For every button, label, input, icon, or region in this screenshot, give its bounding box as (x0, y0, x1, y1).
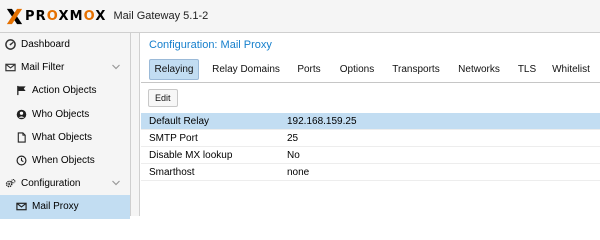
setting-name: SMTP Port (149, 132, 198, 144)
app-header: PROXMOX Mail Gateway 5.1-2 (0, 0, 600, 33)
tab-whitelist[interactable]: Whitelist (546, 59, 596, 80)
sidebar-item-configuration[interactable]: Configuration (0, 172, 130, 195)
sidebar-splitter[interactable] (131, 33, 140, 216)
toolbar: Edit (141, 83, 600, 113)
sidebar-item-label: Mail Filter (21, 62, 65, 74)
setting-name: Disable MX lookup (149, 149, 233, 161)
proxmox-logo: PROXMOX (6, 8, 106, 25)
tab-options[interactable]: Options (334, 59, 380, 80)
tab-relaying[interactable]: Relaying (149, 59, 199, 80)
proxmox-x-logo-icon (6, 8, 23, 24)
tab-tls[interactable]: TLS (512, 59, 542, 80)
sidebar-item-action-objects[interactable]: Action Objects (0, 79, 130, 102)
sidebar-item-label: Mail Proxy (32, 201, 79, 213)
chevron-down-icon[interactable] (112, 64, 120, 70)
setting-value: No (287, 149, 300, 161)
sidebar-item-who-objects[interactable]: Who Objects (0, 103, 130, 126)
relay-settings-grid: Default Relay 192.168.159.25 SMTP Port 2… (141, 113, 600, 181)
main-panel: Configuration: Mail Proxy Relaying Relay… (141, 33, 600, 216)
tab-ports[interactable]: Ports (291, 59, 327, 80)
table-row[interactable]: SMTP Port 25 (141, 130, 600, 147)
edit-button[interactable]: Edit (148, 89, 178, 107)
sidebar-item-label: Configuration (21, 178, 81, 190)
sidebar-item-label: Dashboard (21, 39, 70, 51)
sidebar-item-label: When Objects (32, 155, 95, 167)
tab-networks[interactable]: Networks (452, 59, 506, 80)
dashboard-icon (5, 39, 16, 50)
sidebar-item-label: What Objects (32, 131, 93, 143)
sidebar-item-label: Action Objects (32, 85, 97, 97)
setting-name: Default Relay (149, 115, 210, 127)
sidebar-nav: Dashboard Mail Filter Action Objects Who… (0, 33, 131, 219)
sidebar-item-mail-filter[interactable]: Mail Filter (0, 56, 130, 79)
table-row[interactable]: Disable MX lookup No (141, 147, 600, 164)
setting-value: 25 (287, 132, 299, 144)
setting-name: Smarthost (149, 166, 195, 178)
envelope-icon (5, 62, 16, 73)
table-row[interactable]: Default Relay 192.168.159.25 (141, 113, 600, 130)
sidebar-item-mail-proxy[interactable]: Mail Proxy (0, 195, 130, 219)
logo-text: PROXMOX (25, 8, 107, 24)
chevron-down-icon[interactable] (112, 180, 120, 186)
clock-icon (16, 155, 27, 166)
sidebar-item-label: Who Objects (32, 108, 90, 120)
setting-value: 192.168.159.25 (287, 115, 357, 127)
table-row[interactable]: Smarthost none (141, 164, 600, 181)
gears-icon (5, 178, 16, 189)
sidebar-item-when-objects[interactable]: When Objects (0, 149, 130, 172)
tab-bar: Relaying Relay Domains Ports Options Tra… (141, 57, 600, 83)
user-icon (16, 109, 27, 120)
flag-icon (16, 85, 27, 96)
sidebar-item-what-objects[interactable]: What Objects (0, 126, 130, 149)
page-title: Configuration: Mail Proxy (141, 33, 600, 57)
envelope-icon (16, 201, 27, 212)
app-version-title: Mail Gateway 5.1-2 (113, 10, 209, 22)
tab-relay-domains[interactable]: Relay Domains (207, 59, 285, 80)
setting-value: none (287, 166, 310, 178)
tab-transports[interactable]: Transports (387, 59, 445, 80)
sidebar-item-dashboard[interactable]: Dashboard (0, 33, 130, 56)
file-icon (16, 132, 27, 143)
